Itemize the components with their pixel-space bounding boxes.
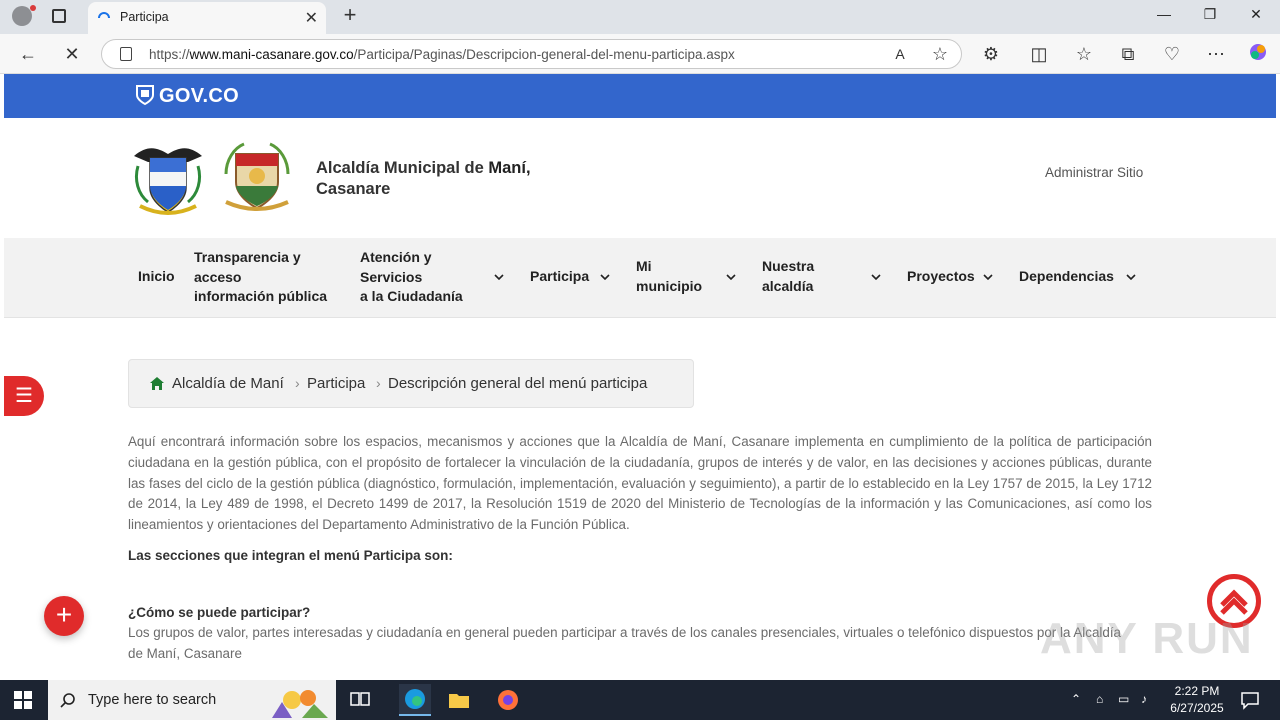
- govco-logo[interactable]: GOV.CO: [136, 85, 239, 108]
- accessibility-plus-button[interactable]: +: [44, 596, 84, 636]
- browser-titlebar: Participa ✕ + — ❐ ✕: [0, 0, 1280, 34]
- collections-icon[interactable]: ⧉: [1116, 42, 1140, 66]
- nav-item-participa[interactable]: Participa: [530, 267, 589, 287]
- edge-taskbar-icon[interactable]: [399, 684, 431, 716]
- gov-bar: GOV.CO: [4, 74, 1276, 118]
- close-tab-icon[interactable]: ✕: [305, 8, 318, 28]
- more-menu-icon[interactable]: ⋯: [1204, 42, 1228, 66]
- taskbar-clock[interactable]: 2:22 PM 6/27/2025: [1160, 683, 1234, 717]
- tab-actions-icon[interactable]: [52, 9, 66, 23]
- breadcrumb-current: Descripción general del menú participa: [388, 375, 648, 392]
- nav-item-inicio[interactable]: Inicio: [138, 267, 175, 287]
- address-bar[interactable]: https://www.mani-casanare.gov.co/Partici…: [101, 39, 962, 69]
- nav-item-nuestra-alcaldia[interactable]: Nuestra alcaldía: [762, 257, 814, 296]
- task-view-icon[interactable]: [348, 688, 372, 712]
- chevron-down-icon[interactable]: [494, 274, 504, 280]
- participation-question: ¿Cómo se puede participar?: [128, 605, 311, 620]
- chevron-down-icon[interactable]: [871, 274, 881, 280]
- nav-item-atencion[interactable]: Atención y Servicios a la Ciudadanía: [360, 248, 463, 307]
- favorite-star-icon[interactable]: ☆: [928, 42, 952, 66]
- windows-start-icon[interactable]: [14, 691, 32, 709]
- restore-icon[interactable]: ❐: [1198, 6, 1222, 23]
- taskbar-search-box[interactable]: Type here to search: [48, 680, 336, 720]
- colombia-coat-of-arms: [134, 148, 202, 215]
- home-icon[interactable]: [149, 376, 165, 391]
- minimize-icon[interactable]: —: [1152, 6, 1176, 22]
- nav-item-mi-municipio[interactable]: Mi municipio: [636, 257, 702, 296]
- intro-paragraph: Aquí encontrará información sobre los es…: [128, 434, 1152, 533]
- admin-site-link[interactable]: Administrar Sitio: [1045, 165, 1143, 180]
- profile-icon[interactable]: [12, 6, 32, 26]
- gov-shield-icon: [136, 85, 154, 106]
- back-arrow-icon[interactable]: ←: [16, 42, 40, 66]
- nav-item-transparencia[interactable]: Transparencia y acceso información pública: [194, 248, 327, 307]
- browser-toolbar: ← ✕ https://www.mani-casanare.gov.co/Par…: [0, 34, 1280, 74]
- favorites-icon[interactable]: ☆: [1072, 42, 1096, 66]
- chevron-down-icon[interactable]: [726, 274, 736, 280]
- breadcrumb: Alcaldía de Maní › Participa › Descripci…: [128, 359, 694, 408]
- tray-volume-icon[interactable]: ♪: [1141, 692, 1147, 706]
- loading-spinner-icon: [98, 12, 110, 19]
- split-screen-icon[interactable]: ◫: [1027, 42, 1051, 66]
- notifications-icon[interactable]: [1238, 688, 1262, 712]
- browser-essentials-icon[interactable]: ♡: [1160, 42, 1184, 66]
- chevron-down-icon[interactable]: [983, 274, 993, 280]
- site-title[interactable]: Alcaldía Municipal de Maní, Casanare: [316, 158, 576, 200]
- close-window-icon[interactable]: ✕: [1244, 6, 1268, 23]
- search-highlight-icon: [272, 690, 328, 718]
- breadcrumb-home[interactable]: Alcaldía de Maní: [172, 375, 284, 392]
- tab-title: Participa: [120, 10, 169, 24]
- nav-item-dependencias[interactable]: Dependencias: [1019, 267, 1114, 287]
- anyrun-watermark: ANY RUN: [1040, 614, 1254, 663]
- windows-taskbar: Type here to search ⌃ ⌂ ▭ ♪ 2:22 PM 6/27…: [0, 680, 1280, 720]
- main-nav: Inicio Transparencia y acceso información …: [4, 238, 1276, 318]
- chevron-down-icon[interactable]: [600, 274, 610, 280]
- site-info-icon[interactable]: [120, 47, 132, 61]
- chevron-down-icon[interactable]: [1126, 274, 1136, 280]
- site-header: Alcaldía Municipal de Maní, Casanare Adm…: [4, 118, 1276, 238]
- breadcrumb-participa[interactable]: Participa: [307, 375, 365, 392]
- breadcrumb-separator-icon: ›: [295, 375, 300, 391]
- breadcrumb-separator-icon: ›: [376, 375, 381, 391]
- participation-answer: Los grupos de valor, partes interesadas …: [128, 625, 1122, 661]
- tray-network-icon[interactable]: ⌂: [1096, 692, 1103, 706]
- extensions-icon[interactable]: ⚙: [979, 42, 1003, 66]
- search-placeholder: Type here to search: [88, 692, 217, 708]
- tray-chevron-up-icon[interactable]: ⌃: [1071, 692, 1081, 706]
- read-aloud-icon[interactable]: A: [888, 42, 912, 66]
- sections-heading: Las secciones que integran el menú Parti…: [128, 548, 453, 563]
- browser-tab-active[interactable]: Participa ✕: [88, 2, 326, 34]
- firefox-icon[interactable]: [496, 688, 520, 712]
- new-tab-button[interactable]: +: [338, 2, 362, 28]
- stop-loading-icon[interactable]: ✕: [60, 42, 84, 66]
- copilot-icon[interactable]: [1246, 42, 1270, 66]
- file-explorer-icon[interactable]: [447, 688, 471, 712]
- tray-display-icon[interactable]: ▭: [1118, 692, 1129, 706]
- web-page: GOV.CO Alcaldía Municipal de Maní, Casan…: [4, 74, 1276, 680]
- mani-coat-of-arms: [224, 142, 290, 211]
- url-text[interactable]: https://www.mani-casanare.gov.co/Partici…: [149, 47, 735, 62]
- nav-item-proyectos[interactable]: Proyectos: [907, 267, 975, 287]
- side-menu-button[interactable]: ☰: [4, 376, 44, 416]
- notification-dot: [30, 5, 36, 11]
- search-icon: [60, 693, 75, 708]
